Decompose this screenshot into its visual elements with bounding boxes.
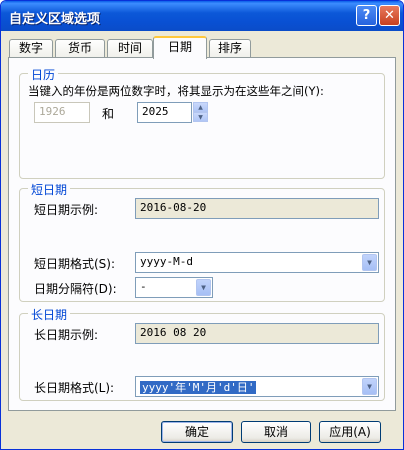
window-title: 自定义区域选项	[9, 12, 101, 27]
short-date-format-combo[interactable]: yyyy-M-d ▼	[135, 252, 379, 273]
tab-panel-date: 日历 当键入的年份是两位数字时，将其显示为在这些年之间(Y): 1926 和 2…	[8, 57, 396, 411]
title-bar[interactable]: 自定义区域选项 ? ✕	[1, 1, 403, 31]
two-digit-year-label: 当键入的年份是两位数字时，将其显示为在这些年之间(Y):	[28, 84, 324, 98]
spin-down-icon[interactable]: ▼	[193, 112, 208, 122]
help-icon: ?	[362, 8, 371, 23]
chevron-down-icon[interactable]: ▼	[362, 378, 377, 395]
year-spinner[interactable]: ▲ ▼	[193, 102, 208, 123]
year-to-field[interactable]: 2025	[137, 102, 192, 123]
close-button[interactable]: ✕	[379, 5, 400, 26]
tab-time[interactable]: 时间	[107, 39, 153, 58]
long-date-group: 长日期 长日期示例: 2016 08 20 长日期格式(L): yyyy'年'M…	[19, 306, 385, 401]
apply-button[interactable]: 应用(A)	[319, 421, 381, 443]
long-date-legend: 长日期	[28, 306, 71, 323]
tab-currency[interactable]: 货币	[55, 39, 105, 58]
year-from-field: 1926	[34, 102, 90, 123]
cancel-button[interactable]: 取消	[241, 421, 311, 443]
short-date-group: 短日期 短日期示例: 2016-08-20 短日期格式(S): yyyy-M-d…	[19, 181, 385, 302]
chevron-down-icon[interactable]: ▼	[362, 254, 377, 271]
long-date-example-label: 长日期示例:	[34, 328, 99, 342]
short-date-example-field: 2016-08-20	[135, 198, 379, 219]
date-separator-combo[interactable]: - ▼	[135, 277, 213, 298]
short-date-format-label: 短日期格式(S):	[34, 257, 116, 271]
tab-date[interactable]: 日期	[153, 36, 207, 59]
long-date-format-combo[interactable]: yyyy'年'M'月'd'日' ▼	[135, 376, 379, 397]
chevron-down-icon[interactable]: ▼	[196, 279, 211, 296]
close-icon: ✕	[384, 8, 395, 23]
short-date-legend: 短日期	[28, 181, 71, 198]
long-date-format-label: 长日期格式(L):	[34, 381, 115, 395]
calendar-group: 日历 当键入的年份是两位数字时，将其显示为在这些年之间(Y): 1926 和 2…	[19, 66, 385, 179]
date-separator-label: 日期分隔符(D):	[34, 282, 117, 296]
tab-sort[interactable]: 排序	[209, 39, 251, 58]
ok-button[interactable]: 确定	[161, 421, 233, 443]
long-date-format-value: yyyy'年'M'月'd'日'	[140, 381, 257, 394]
help-button[interactable]: ?	[356, 5, 377, 26]
calendar-legend: 日历	[28, 66, 59, 83]
short-date-example-label: 短日期示例:	[34, 203, 99, 217]
tab-number[interactable]: 数字	[9, 39, 53, 58]
and-label: 和	[102, 107, 115, 121]
dialog-window: 自定义区域选项 ? ✕ 数字 货币 时间 日期 排序 日历 当键入的年份是两位数…	[0, 0, 404, 450]
date-separator-value: -	[140, 280, 147, 293]
long-date-example-field: 2016 08 20	[135, 323, 379, 344]
spin-up-icon[interactable]: ▲	[193, 102, 208, 112]
tab-strip: 数字 货币 时间 日期 排序	[1, 36, 403, 59]
short-date-format-value: yyyy-M-d	[140, 255, 193, 268]
